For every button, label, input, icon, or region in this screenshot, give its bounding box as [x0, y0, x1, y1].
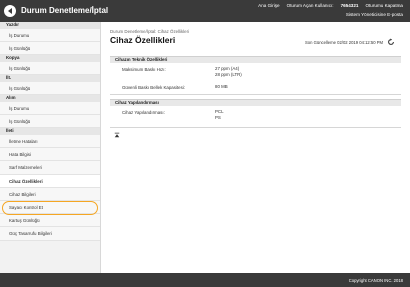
sidebar-item-print-job-status[interactable]: İş Durumu: [0, 28, 100, 42]
config-value: PCL PS: [215, 109, 224, 121]
sidebar-category-send: İlt.: [0, 75, 100, 82]
sidebar-item-consumables[interactable]: Sarf Malzemeleri: [0, 161, 100, 175]
user-id: 7654321: [340, 3, 359, 8]
sidebar-category-copy: Kopya: [0, 55, 100, 62]
sidebar-item-print-job-log[interactable]: İş Günlüğü: [0, 41, 100, 56]
sidebar-item-device-features[interactable]: Cihaz Özellikleri: [0, 174, 100, 188]
logged-user-label: Oturum Açan Kullanıcı:: [286, 3, 334, 8]
config-value-ps: PS: [215, 115, 221, 120]
last-updated: Son Güncelleme 02/02 2019 04:12:50 PM: [305, 40, 383, 45]
sidebar-item-receive-job-status[interactable]: İş Durumu: [0, 101, 100, 116]
divider: [110, 127, 401, 128]
sidebar: Yazdır İş Durumu İş Günlüğü Kopya İş Gün…: [0, 22, 101, 273]
app-title: Durum Denetleme/İptal: [21, 6, 109, 15]
home-link[interactable]: Ana Girişe: [258, 3, 279, 9]
breadcrumb: Durum Denetleme/İptal: Cihaz Özellikleri: [110, 29, 190, 34]
secure-mem-label: Güvenli Baskı Bellek Kapasitesi:: [122, 85, 185, 90]
max-speed-ltr: 28 ppm (LTR): [215, 72, 242, 77]
sidebar-item-send-errors[interactable]: İletme Hataları: [0, 135, 100, 149]
divider: [110, 94, 401, 95]
sidebar-item-device-info[interactable]: Cihaz Bilgileri: [0, 187, 100, 202]
footer: Copyright CANON INC. 2018: [0, 273, 410, 287]
copyright: Copyright CANON INC. 2018: [348, 278, 403, 283]
logo-icon: [4, 5, 16, 17]
sidebar-category-device: İleti: [0, 128, 100, 136]
main-content: Durum Denetleme/İptal: Cihaz Özellikleri…: [107, 22, 403, 273]
max-speed-label: Maksimum Baskı Hızı:: [122, 67, 166, 72]
sidebar-item-copy-job-log[interactable]: İş Günlüğü: [0, 61, 100, 76]
top-bar: Durum Denetleme/İptal Ana Girişe Oturum …: [0, 0, 410, 22]
logout-link[interactable]: Oturumu Kapatma: [365, 3, 403, 9]
admin-email-link[interactable]: Sistem Yöneticisine E-posta: [346, 12, 403, 17]
spec-section-header: Cihazın Teknik Özellikleri: [110, 56, 401, 63]
sidebar-category-receive: Alım: [0, 95, 100, 102]
top-links: Ana Girişe Oturum Açan Kullanıcı: 765432…: [258, 3, 403, 9]
sidebar-item-check-counter[interactable]: Sayacı Kontrol Et: [0, 201, 100, 215]
page-title: Cihaz Özellikleri: [110, 35, 176, 45]
config-label: Cihaz Yapılandırması:: [122, 110, 165, 115]
config-section-header: Cihaz Yapılandırması: [110, 99, 401, 106]
sidebar-item-receive-job-log[interactable]: İş Günlüğü: [0, 115, 100, 129]
sidebar-item-power-saving-info[interactable]: Güç Tasarrufu Bilgileri: [0, 227, 100, 241]
secure-mem-value: 80 MB: [215, 84, 228, 89]
refresh-icon[interactable]: [387, 38, 395, 46]
sidebar-item-send-job-log[interactable]: İş Günlüğü: [0, 81, 100, 96]
max-speed-value: 27 ppm (A4) 28 ppm (LTR): [215, 66, 242, 78]
sidebar-category-print: Yazdır: [0, 22, 100, 29]
sidebar-item-error-info[interactable]: Hata Bilgisi: [0, 148, 100, 162]
to-top-icon[interactable]: [114, 132, 120, 138]
sidebar-item-cartridge-log[interactable]: Kartuş Günlüğü: [0, 214, 100, 228]
